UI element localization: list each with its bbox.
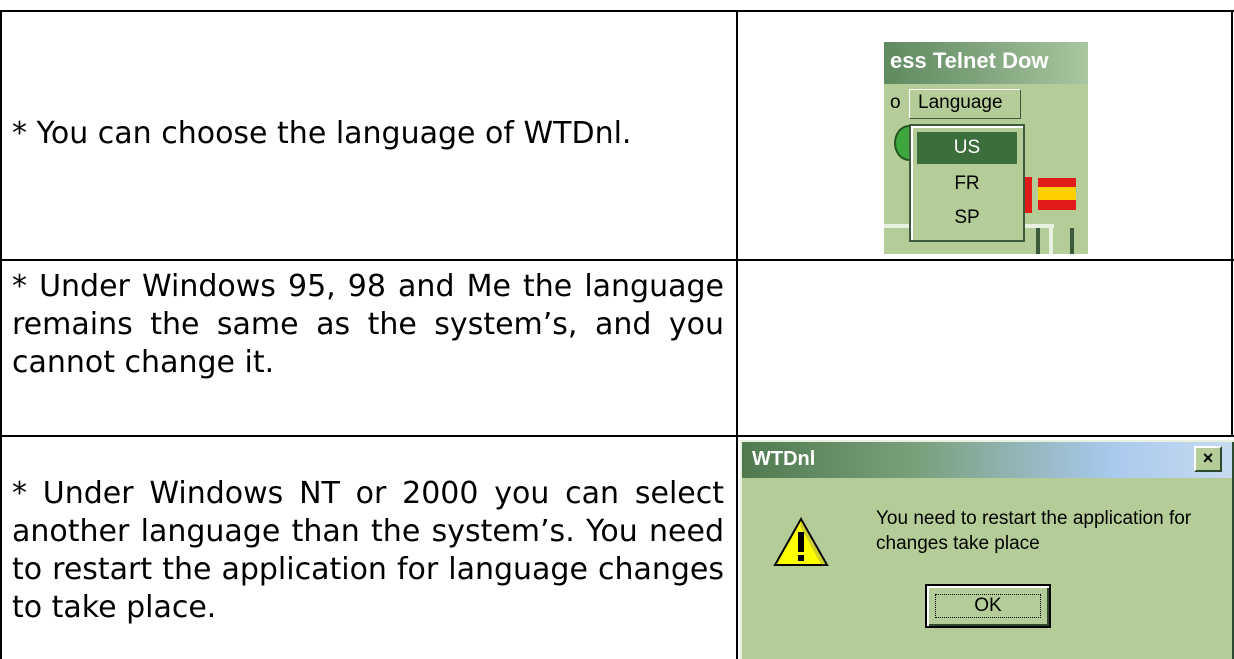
menu-bar: o Language <box>884 84 1088 126</box>
ok-button-label: OK <box>935 594 1041 618</box>
row-1-text: * You can choose the language of WTDnl. <box>12 116 632 151</box>
menu-bar-previous-item[interactable]: o <box>890 92 901 114</box>
dialog-title: WTDnl <box>752 448 816 470</box>
language-dropdown: US FR SP <box>909 124 1025 242</box>
row-2-text: * Under Windows 95, 98 and Me the langua… <box>12 269 724 380</box>
restart-dialog: WTDnl × You need to restart the applicat… <box>740 440 1234 659</box>
table-border-left <box>0 10 2 659</box>
table-border-top <box>0 10 1234 12</box>
warning-icon <box>773 516 829 566</box>
row-3-text: * Under Windows NT or 2000 you can selec… <box>12 476 724 625</box>
panel-shadow <box>1070 228 1074 254</box>
menu-window-titlebar: ess Telnet Dow <box>884 42 1088 84</box>
close-icon[interactable]: × <box>1194 446 1222 472</box>
panel-highlight <box>1049 228 1053 254</box>
ok-button[interactable]: OK <box>925 584 1051 628</box>
spain-flag-icon <box>1038 178 1076 210</box>
language-menu[interactable]: Language <box>909 89 1021 119</box>
language-option-us[interactable]: US <box>917 132 1017 164</box>
language-option-fr[interactable]: FR <box>917 168 1017 200</box>
menu-window-title: ess Telnet Dow <box>890 48 1049 73</box>
table-column-divider <box>736 10 738 659</box>
dialog-message: You need to restart the application for … <box>876 508 1192 554</box>
table-border-right <box>1231 10 1233 436</box>
table-row-divider-1 <box>0 259 1234 261</box>
language-menu-screenshot: ess Telnet Dow o Language US FR SP <box>884 42 1088 254</box>
table-row-divider-2 <box>0 435 1234 437</box>
panel-shadow <box>1036 228 1040 254</box>
dialog-titlebar: WTDnl × <box>742 442 1234 478</box>
language-option-sp[interactable]: SP <box>917 202 1017 234</box>
